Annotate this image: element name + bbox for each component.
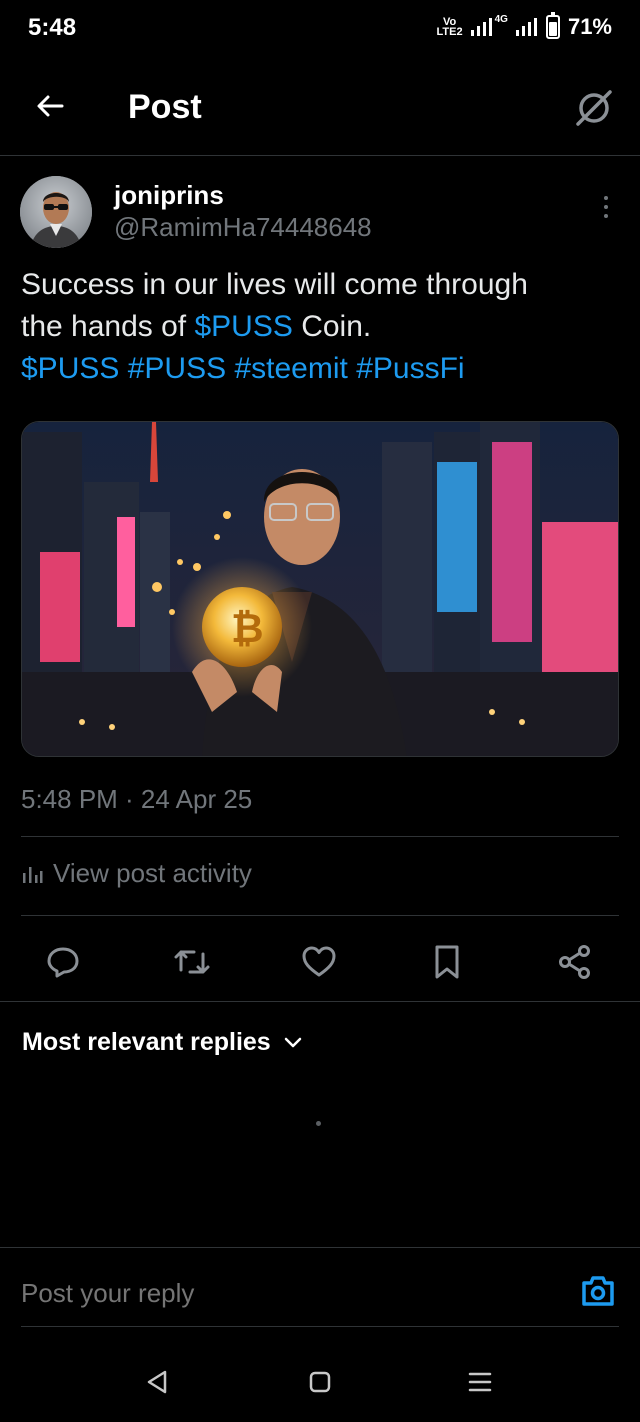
square-home-icon: [309, 1371, 331, 1393]
network-type: 4G: [494, 14, 508, 25]
hashtag-link[interactable]: #steemit: [234, 352, 347, 385]
analytics-icon: [23, 866, 43, 883]
grok-icon: [576, 90, 612, 126]
view-post-activity[interactable]: View post activity: [21, 858, 252, 889]
user-handle[interactable]: @RamimHa74448648: [114, 212, 372, 243]
reply-input[interactable]: [21, 1278, 356, 1309]
nav-home-button[interactable]: [300, 1364, 340, 1400]
nav-recents-button[interactable]: [460, 1364, 500, 1400]
divider: [0, 1001, 640, 1002]
post-text: Success in our lives will come through t…: [21, 264, 621, 390]
share-icon: [559, 945, 590, 979]
post-actions: [0, 932, 640, 988]
triangle-back-icon: [147, 1370, 167, 1394]
like-button[interactable]: [297, 940, 341, 984]
volte-indicator: Vo LTE2: [436, 16, 463, 38]
replies-sort-dropdown[interactable]: Most relevant replies: [22, 1028, 303, 1057]
hashtag-link[interactable]: #PUSS: [128, 352, 226, 385]
hashtag-row: $PUSS #PUSS #steemit #PussFi: [21, 348, 621, 390]
arrow-left-icon: [37, 95, 64, 117]
reply-composer: [0, 1247, 640, 1329]
camera-icon: [582, 1276, 614, 1306]
grok-button[interactable]: [570, 84, 618, 132]
display-name[interactable]: joniprins: [114, 180, 224, 211]
repost-button[interactable]: [170, 940, 214, 984]
more-options-button[interactable]: [592, 190, 620, 224]
battery-icon: [545, 12, 560, 39]
share-button[interactable]: [553, 940, 597, 984]
post-text-line-1: Success in our lives will come through: [21, 268, 528, 301]
bookmark-button[interactable]: [425, 940, 469, 984]
menu-lines-icon: [468, 1372, 492, 1392]
post-author: joniprins @RamimHa74448648: [20, 176, 620, 252]
replies-sort-label: Most relevant replies: [22, 1028, 271, 1056]
hashtag-link[interactable]: #PussFi: [356, 352, 464, 385]
svg-text:₿: ₿: [231, 606, 264, 652]
more-dot-icon: [604, 196, 608, 200]
bookmark-icon: [435, 945, 459, 979]
top-bar: Post: [0, 60, 640, 156]
system-nav-bar: [0, 1340, 640, 1422]
signal-icon: [470, 18, 492, 36]
repost-icon: [174, 950, 210, 974]
post-image[interactable]: ₿: [21, 421, 619, 757]
signal-icon-2: [515, 18, 537, 36]
avatar[interactable]: [20, 176, 92, 248]
nav-back-button[interactable]: [138, 1364, 178, 1400]
reply-button[interactable]: [41, 940, 85, 984]
post-text-line-2-end: Coin.: [292, 310, 372, 343]
post-timestamp: 5:48 PM · 24 Apr 25: [21, 784, 253, 814]
battery-percent: 71%: [567, 14, 612, 39]
post-text-line-2: the hands of: [21, 310, 195, 343]
chevron-down-icon: [284, 1037, 301, 1047]
divider: [21, 836, 619, 837]
like-icon: [302, 946, 336, 977]
divider: [21, 915, 619, 916]
page-title: Post: [128, 88, 202, 126]
cashtag-link[interactable]: $PUSS: [194, 310, 292, 343]
status-bar: 5:48 Vo LTE2 4G 71%: [0, 0, 640, 60]
loading-indicator: [316, 1121, 321, 1126]
cashtag-link[interactable]: $PUSS: [21, 352, 119, 385]
camera-button[interactable]: [580, 1274, 616, 1308]
reply-underline: [21, 1326, 619, 1327]
view-post-activity-label: View post activity: [53, 858, 252, 888]
back-button[interactable]: [28, 84, 72, 128]
status-time: 5:48: [28, 14, 77, 41]
reply-icon: [47, 947, 79, 978]
status-indicators: Vo LTE2 4G 71%: [436, 12, 612, 40]
